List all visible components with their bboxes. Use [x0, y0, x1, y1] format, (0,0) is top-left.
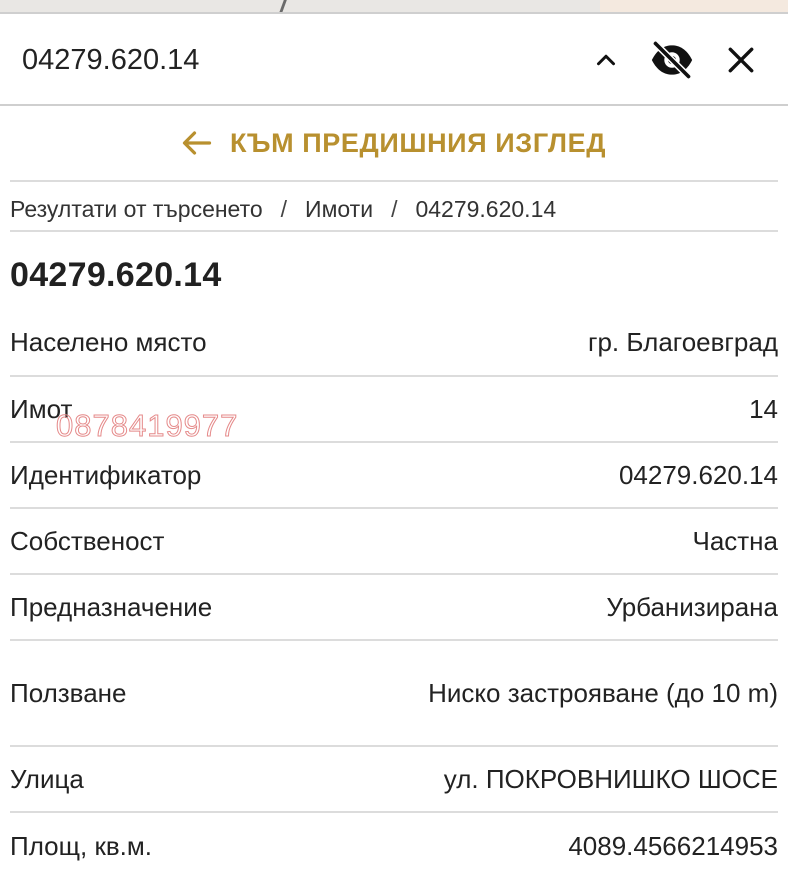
row-label: Населено място [10, 327, 207, 357]
divider [10, 180, 778, 182]
row-value: 04279.620.14 [618, 459, 778, 490]
close-icon [728, 47, 754, 73]
arrow-left-icon [182, 131, 212, 155]
row-label: Идентификатор [10, 459, 202, 490]
breadcrumb-separator: / [280, 195, 288, 222]
row-label: Площ, кв.м. [10, 830, 152, 861]
search-input[interactable] [22, 40, 562, 80]
breadcrumb-item-search-results[interactable]: Резултати от търсенето [10, 196, 263, 223]
row-label: Ползване [10, 677, 127, 708]
row-value: 4089.4566214953 [568, 830, 778, 861]
row-value: Частна [692, 525, 778, 556]
back-label: КЪМ ПРЕДИШНИЯ ИЗГЛЕД [229, 127, 607, 158]
property-row-ownership: Собственост Частна [10, 509, 778, 575]
breadcrumb: Резултати от търсенето / Имоти / 04279.6… [10, 190, 556, 228]
row-value: 14 [749, 393, 778, 424]
map-road [279, 0, 288, 12]
breadcrumb-item-properties[interactable]: Имоти [305, 196, 373, 223]
row-label: Предназначение [10, 591, 213, 622]
property-row-identifier: Идентификатор 04279.620.14 [10, 443, 778, 509]
eye-off-icon [651, 40, 693, 80]
map-area [600, 0, 788, 12]
property-row-settlement: Населено място гр. Благоевград [10, 310, 778, 377]
property-row-area: Площ, кв.м. 4089.4566214953 [10, 813, 778, 879]
property-row-purpose: Предназначение Урбанизирана [10, 575, 778, 641]
chevron-up-icon [597, 54, 615, 66]
row-label: Улица [10, 763, 84, 794]
close-button[interactable] [719, 38, 763, 82]
row-value: ул. ПОКРОВНИШКО ШОСЕ [443, 763, 778, 794]
row-value: гр. Благоевград [587, 327, 778, 357]
visibility-toggle-button[interactable] [650, 38, 694, 82]
page-title: 04279.620.14 [10, 256, 222, 294]
collapse-button[interactable] [584, 38, 628, 82]
breadcrumb-separator: / [391, 195, 398, 222]
map-background [0, 0, 788, 14]
row-label: Имот [10, 393, 73, 424]
divider [10, 230, 778, 232]
property-row-street: Улица ул. ПОКРОВНИШКО ШОСЕ [10, 747, 778, 813]
row-label: Собственост [10, 525, 165, 556]
breadcrumb-item-current: 04279.620.14 [415, 195, 557, 222]
property-row-usage: Ползване Ниско застрояване (до 10 m) [10, 641, 778, 747]
row-value: Урбанизирана [606, 591, 778, 622]
search-bar [0, 14, 788, 106]
back-to-previous-view-button[interactable]: КЪМ ПРЕДИШНИЯ ИЗГЛЕД [0, 106, 788, 180]
property-row-property: Имот 14 [10, 377, 778, 443]
row-value: Ниско застрояване (до 10 m) [428, 678, 778, 708]
